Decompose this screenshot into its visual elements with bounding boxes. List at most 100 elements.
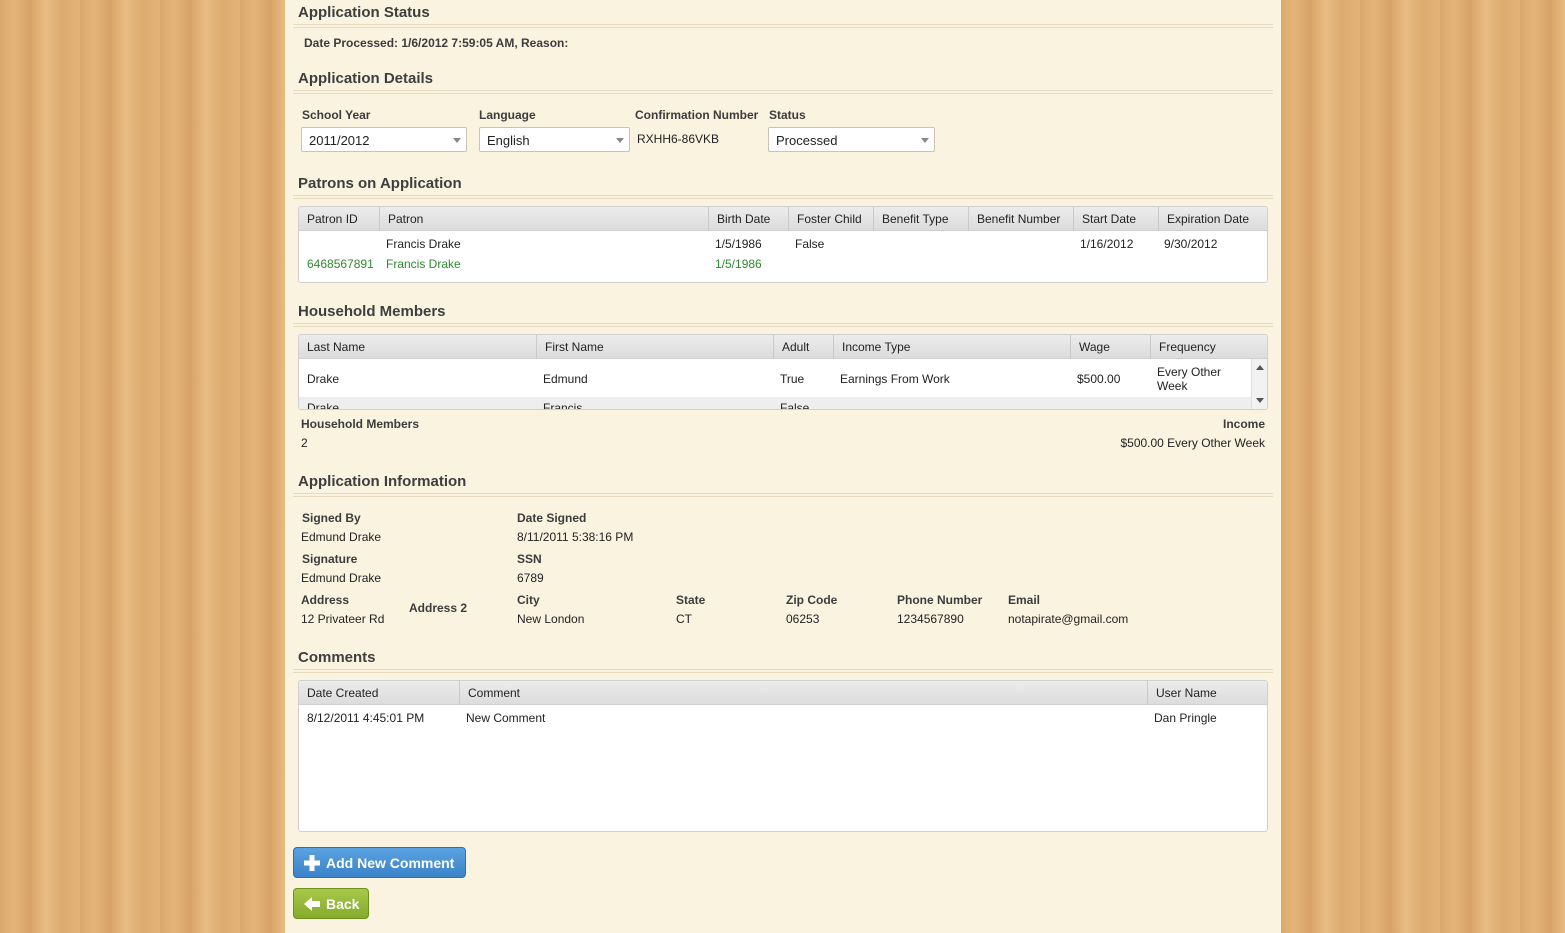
email-value: notapirate@gmail.com: [1008, 612, 1129, 626]
household-members-count-value: 2: [301, 436, 308, 450]
user-name-cell: Dan Pringle: [1154, 711, 1217, 725]
column-header[interactable]: Comment: [460, 681, 1148, 705]
city-label: City: [517, 593, 540, 607]
patrons-title: Patrons on Application: [298, 175, 462, 192]
comments-title: Comments: [298, 649, 376, 666]
column-header[interactable]: Benefit Type: [874, 207, 969, 231]
household-scrollbar[interactable]: [1251, 359, 1267, 409]
patron-cell: Francis Drake: [386, 237, 461, 251]
signature-value: Edmund Drake: [301, 571, 382, 585]
section-divider: [293, 90, 1273, 94]
scroll-up-icon[interactable]: [1256, 365, 1264, 370]
school-year-value: 2011/2012: [309, 133, 370, 148]
date-signed-label: Date Signed: [517, 511, 587, 525]
wage-cell: $500.00: [1077, 372, 1121, 386]
column-header[interactable]: Benefit Number: [969, 207, 1074, 231]
household-members-count-label: Household Members: [301, 417, 420, 431]
comments-grid: Date Created Comment User Name 8/12/2011…: [298, 680, 1268, 832]
language-value: English: [487, 133, 530, 148]
table-row[interactable]: Drake Francis False: [299, 397, 1253, 410]
column-header[interactable]: Foster Child: [789, 207, 874, 231]
back-button[interactable]: Back: [293, 888, 369, 919]
last-name-cell: Drake: [307, 401, 340, 410]
section-divider: [293, 24, 1273, 28]
column-header[interactable]: Start Date: [1074, 207, 1159, 231]
column-header[interactable]: Birth Date: [709, 207, 789, 231]
column-header[interactable]: Frequency: [1151, 335, 1267, 359]
expiration-date-cell: 9/30/2012: [1164, 237, 1218, 251]
status-value: Processed: [776, 133, 838, 148]
application-details-title: Application Details: [298, 70, 434, 87]
scroll-down-icon[interactable]: [1256, 398, 1264, 403]
income-label: Income: [1222, 417, 1265, 431]
column-header[interactable]: Date Created: [299, 681, 460, 705]
status-select[interactable]: Processed: [768, 127, 935, 152]
date-processed-line: Date Processed: 1/6/2012 7:59:05 AM, Rea…: [304, 36, 569, 50]
address2-label: Address 2: [409, 601, 468, 615]
section-divider: [293, 195, 1273, 199]
patron-link[interactable]: Francis Drake: [386, 257, 461, 271]
column-header[interactable]: Adult: [774, 335, 834, 359]
household-members-title: Household Members: [298, 303, 446, 320]
signed-by-label: Signed By: [302, 511, 361, 525]
email-label: Email: [1008, 593, 1041, 607]
start-date-cell: 1/16/2012: [1080, 237, 1134, 251]
state-value: CT: [676, 612, 692, 626]
language-select[interactable]: English: [479, 127, 630, 152]
first-name-cell: Francis: [543, 401, 583, 410]
income-type-cell: Earnings From Work: [840, 372, 950, 386]
phone-number-label: Phone Number: [897, 593, 983, 607]
school-year-label: School Year: [302, 108, 371, 122]
patron-id-link[interactable]: 6468567891: [307, 257, 374, 271]
household-grid: Last Name First Name Adult Income Type W…: [298, 334, 1268, 410]
signed-by-value: Edmund Drake: [301, 530, 382, 544]
application-status-title: Application Status: [298, 4, 430, 21]
add-new-comment-button[interactable]: Add New Comment: [293, 847, 466, 878]
foster-child-cell: False: [795, 237, 825, 251]
household-grid-header: Last Name First Name Adult Income Type W…: [299, 335, 1267, 359]
back-label: Back: [326, 896, 360, 912]
comment-cell: New Comment: [466, 711, 546, 725]
first-name-cell: Edmund: [543, 372, 588, 386]
confirmation-number-label: Confirmation Number: [635, 108, 759, 122]
date-signed-value: 8/11/2011 5:38:16 PM: [517, 530, 634, 544]
section-divider: [293, 323, 1273, 327]
column-header[interactable]: User Name: [1148, 681, 1267, 705]
confirmation-number-value: RXHH6-86VKB: [637, 132, 720, 146]
chevron-down-icon: [453, 138, 461, 143]
language-label: Language: [479, 108, 536, 122]
signature-label: Signature: [302, 552, 358, 566]
chevron-down-icon: [616, 138, 624, 143]
date-created-cell: 8/12/2011 4:45:01 PM: [307, 711, 425, 725]
patrons-grid: Patron ID Patron Birth Date Foster Child…: [298, 206, 1268, 283]
section-divider: [293, 669, 1273, 673]
main-panel: Application Status Date Processed: 1/6/2…: [285, 0, 1281, 933]
city-value: New London: [517, 612, 585, 626]
section-divider: [293, 493, 1273, 497]
adult-cell: False: [780, 401, 810, 410]
zip-code-label: Zip Code: [786, 593, 838, 607]
birth-date-cell: 1/5/1986: [715, 237, 762, 251]
application-information-title: Application Information: [298, 473, 467, 490]
school-year-select[interactable]: 2011/2012: [301, 127, 467, 152]
column-header[interactable]: Wage: [1071, 335, 1151, 359]
last-name-cell: Drake: [307, 372, 340, 386]
column-header[interactable]: Patron ID: [299, 207, 380, 231]
comments-grid-header: Date Created Comment User Name: [299, 681, 1267, 705]
column-header[interactable]: Patron: [380, 207, 709, 231]
address-label: Address: [301, 593, 350, 607]
column-header[interactable]: Income Type: [834, 335, 1071, 359]
frequency-cell: Every Other Week: [1157, 365, 1222, 393]
zip-code-value: 06253: [786, 612, 820, 626]
state-label: State: [676, 593, 706, 607]
birth-date-cell: 1/5/1986: [715, 257, 762, 271]
arrow-left-icon: [304, 897, 320, 911]
column-header[interactable]: First Name: [537, 335, 774, 359]
status-label: Status: [769, 108, 806, 122]
column-header[interactable]: Last Name: [299, 335, 537, 359]
address-value: 12 Privateer Rd: [301, 612, 385, 626]
column-header[interactable]: Expiration Date: [1159, 207, 1267, 231]
patrons-grid-header: Patron ID Patron Birth Date Foster Child…: [299, 207, 1267, 231]
ssn-value: 6789: [517, 571, 544, 585]
add-new-comment-label: Add New Comment: [326, 855, 455, 871]
